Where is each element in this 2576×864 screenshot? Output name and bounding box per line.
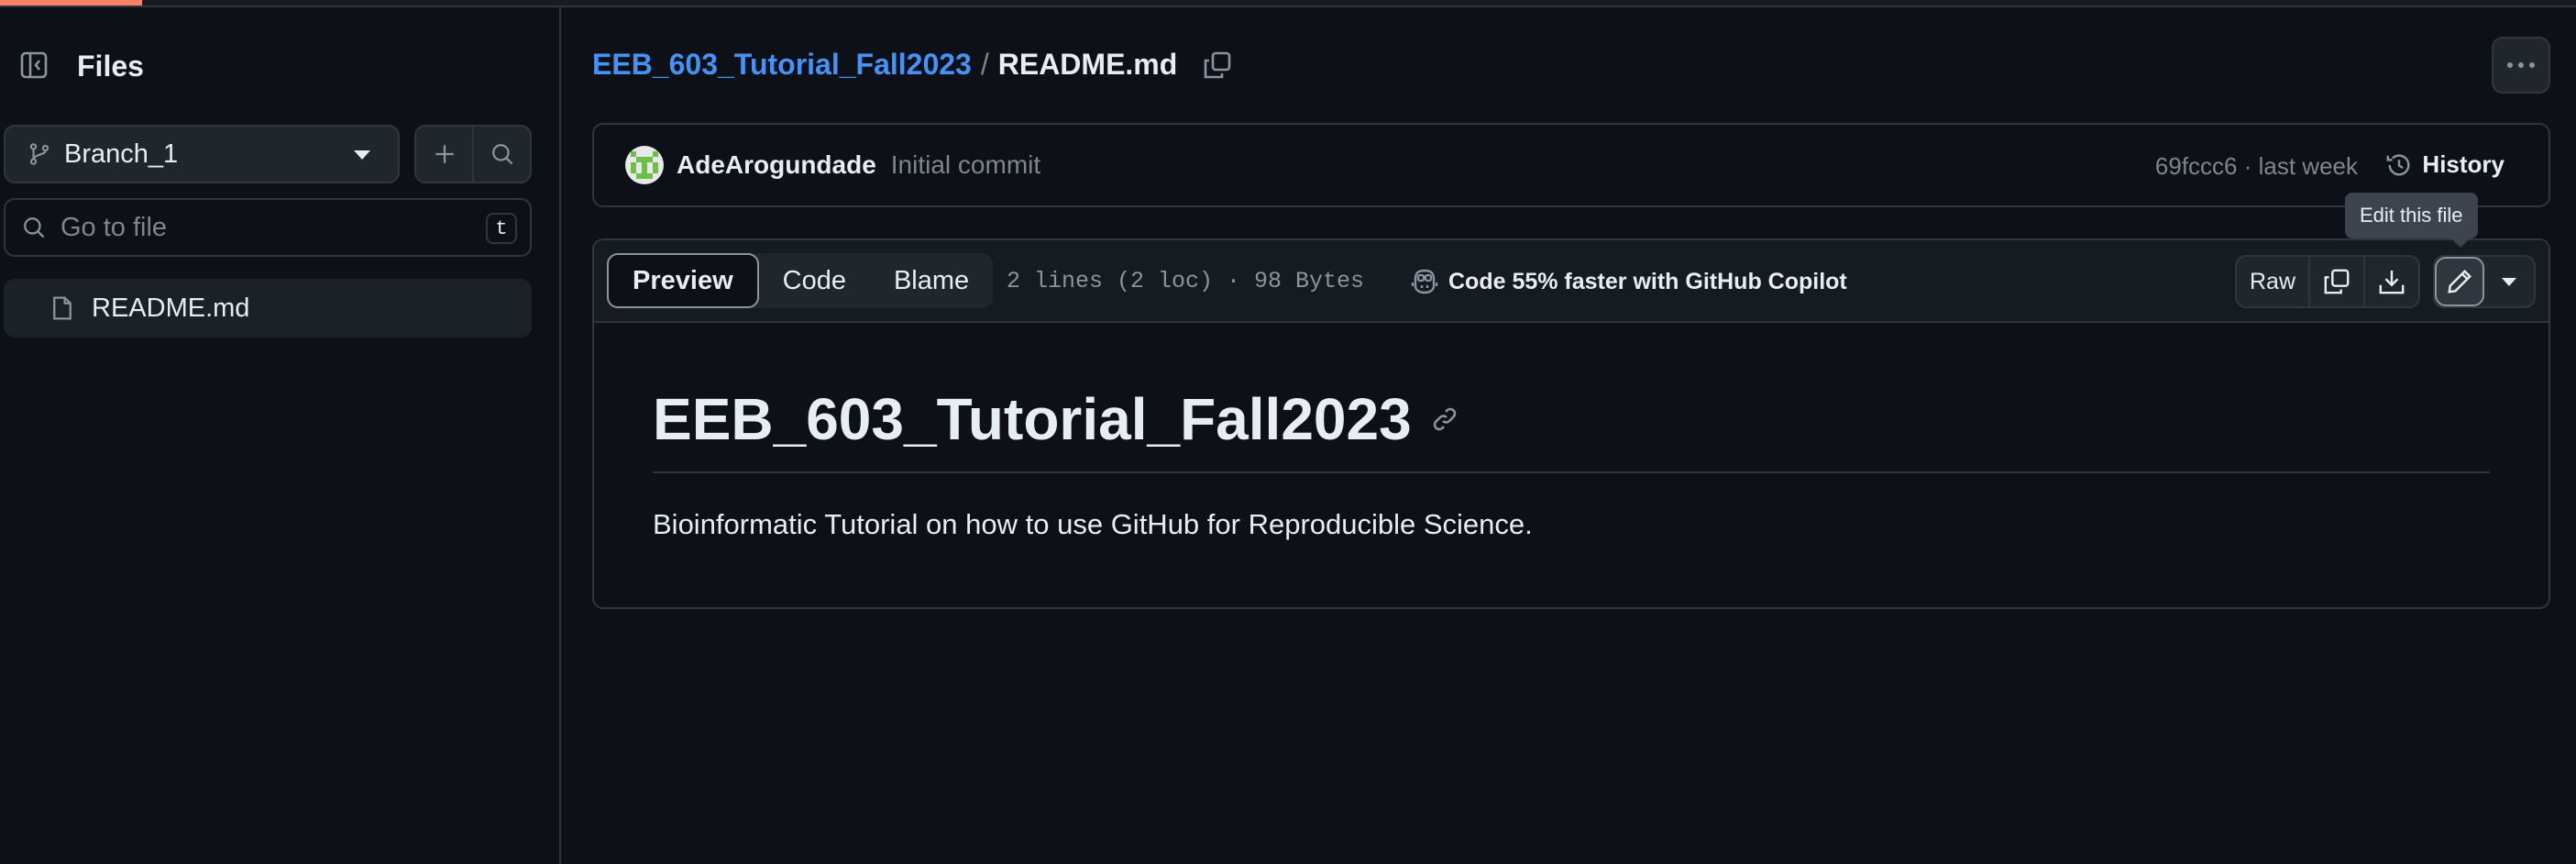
branch-selector[interactable]: Branch_1 [4, 125, 400, 183]
copy-raw-button[interactable] [2308, 257, 2363, 306]
commit-message[interactable]: Initial commit [891, 150, 1040, 180]
history-button[interactable]: History [2385, 150, 2504, 179]
sidebar-actions [414, 125, 532, 183]
more-options-button[interactable] [2492, 37, 2550, 94]
tab-code[interactable]: Code [759, 253, 870, 308]
chevron-down-icon [354, 150, 370, 160]
search-icon [491, 144, 512, 165]
sidebar-collapse-icon [20, 51, 48, 79]
file-sidebar: Files Branch_1 t README.md [0, 7, 561, 864]
edit-file-button[interactable] [2435, 257, 2484, 306]
identicon-icon [631, 151, 658, 179]
kebab-horizontal-icon [2507, 62, 2535, 68]
chevron-down-icon [2502, 277, 2516, 286]
breadcrumb-separator: / [980, 48, 989, 81]
search-icon [24, 217, 45, 238]
files-title: Files [77, 50, 144, 83]
collapse-sidebar-button[interactable] [6, 37, 62, 94]
copilot-label: Code 55% faster with GitHub Copilot [1448, 268, 1847, 294]
commit-hash-time[interactable]: 69fccc6 · last week [2155, 152, 2358, 181]
shortcut-key: t [486, 213, 517, 244]
git-branch-icon [29, 143, 50, 165]
top-bar [0, 0, 2576, 7]
repo-link[interactable]: EEB_603_Tutorial_Fall2023 [592, 48, 972, 82]
plus-icon [435, 145, 454, 163]
copilot-promo[interactable]: Code 55% faster with GitHub Copilot [1410, 268, 1847, 295]
copy-icon [1204, 51, 1231, 78]
tree-item-readme[interactable]: README.md [4, 279, 532, 338]
branch-label: Branch_1 [64, 138, 179, 169]
file-actions: Raw [2234, 255, 2420, 308]
readme-heading-text: EEB_603_Tutorial_Fall2023 [653, 386, 1412, 452]
readme-paragraph: Bioinformatic Tutorial on how to use Git… [653, 508, 1533, 540]
go-to-file-input[interactable] [61, 212, 446, 243]
copy-path-button[interactable] [1203, 50, 1232, 80]
avatar[interactable] [625, 146, 664, 184]
edit-actions [2433, 255, 2536, 308]
go-to-file-field[interactable]: t [4, 198, 532, 257]
pencil-icon [2448, 270, 2471, 294]
tree-item-label: README.md [92, 293, 250, 323]
heading-anchor-link[interactable] [1430, 404, 1459, 434]
link-icon [1433, 407, 1456, 431]
history-label: History [2422, 150, 2504, 178]
file-info: 2 lines (2 loc) · 98 Bytes [1007, 268, 1365, 294]
latest-commit-bar: AdeArogundade Initial commit 69fccc6 · l… [592, 123, 2550, 207]
progress-accent [0, 0, 142, 6]
file-icon [53, 296, 72, 320]
file-viewer: Preview Code Blame 2 lines (2 loc) · 98 … [592, 238, 2550, 609]
edit-file-tooltip: Edit this file [2345, 193, 2478, 248]
breadcrumb: EEB_603_Tutorial_Fall2023 / README.md [592, 48, 1232, 82]
download-button[interactable] [2363, 257, 2418, 306]
commit-author[interactable]: AdeArogundade [677, 150, 876, 180]
tab-preview[interactable]: Preview [607, 253, 759, 308]
search-code-button[interactable] [472, 127, 530, 182]
download-icon [2379, 270, 2405, 294]
file-name: README.md [997, 48, 1178, 81]
history-icon [2387, 153, 2410, 175]
add-file-button[interactable] [416, 127, 472, 182]
copy-icon [2324, 269, 2350, 294]
raw-button[interactable]: Raw [2237, 257, 2308, 306]
view-mode-tabs: Preview Code Blame [607, 253, 994, 308]
edit-dropdown-button[interactable] [2484, 257, 2534, 306]
readme-content: EEB_603_Tutorial_Fall2023 Bioinformatic … [594, 323, 2548, 541]
tab-blame[interactable]: Blame [870, 253, 993, 308]
readme-heading: EEB_603_Tutorial_Fall2023 [653, 385, 2490, 473]
file-header: Preview Code Blame 2 lines (2 loc) · 98 … [594, 240, 2548, 323]
copilot-icon [1411, 269, 1438, 294]
